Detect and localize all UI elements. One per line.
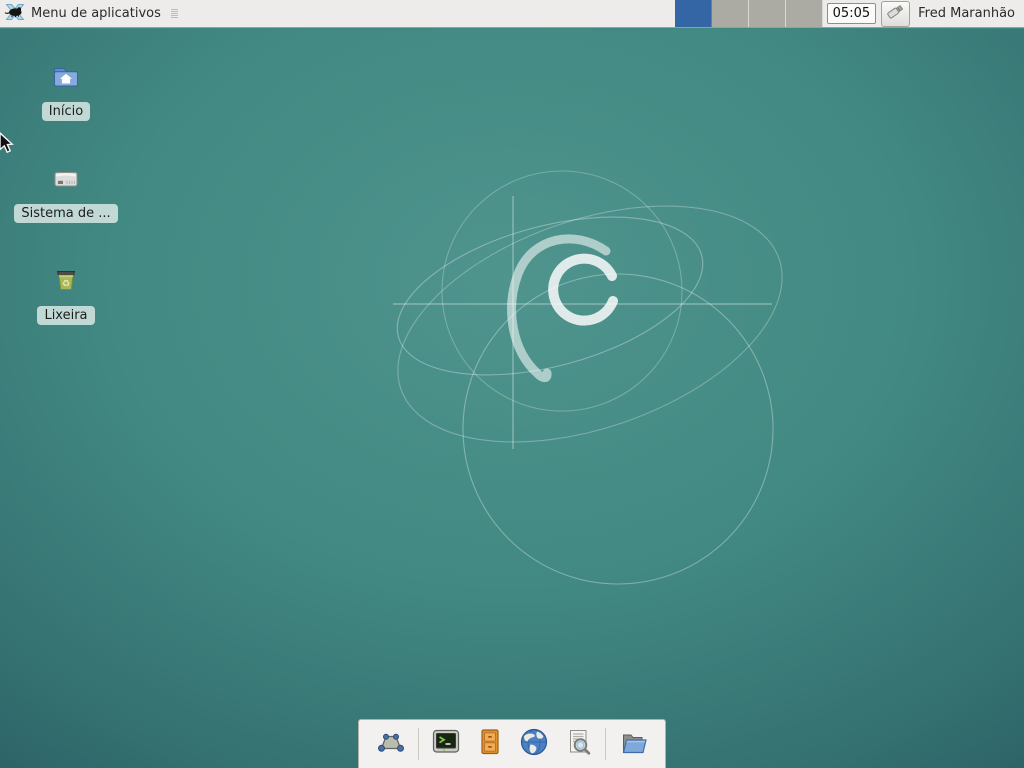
home-folder-icon [50,61,82,97]
workspace-4[interactable] [786,0,823,27]
mouse-cursor-icon [0,132,18,158]
show-desktop-button[interactable] [369,723,413,765]
desktop-icon-label: Lixeira [37,306,94,325]
terminal-launcher[interactable] [424,723,468,765]
debian-swirl-wallpaper [0,29,1024,768]
desktop-icon-home[interactable]: Início [8,61,124,121]
terminal-icon [430,726,462,762]
applications-menu-label: Menu de aplicativos [31,6,161,21]
desktop-icon-filesystem[interactable]: Sistema de ... [8,163,124,223]
applications-menu-button[interactable]: Menu de aplicativos [0,0,185,27]
dock-separator [418,728,419,760]
usb-drive-icon [886,2,905,25]
filesystem-drive-icon [50,163,82,199]
desktop-icon-trash[interactable]: ♻ Lixeira [8,265,124,325]
desktop-icon-label: Sistema de ... [14,204,117,223]
clock[interactable]: 05:05 [827,3,876,24]
user-name[interactable]: Fred Maranhão [918,6,1015,21]
panel-right-area: 05:05 Fred Maranhão [675,0,1024,27]
removable-media-button[interactable] [881,1,910,27]
document-search-icon [562,726,594,762]
globe-icon [518,726,550,762]
desktop-area[interactable]: Início Sistema de ... [0,29,1024,768]
open-folder-icon [617,726,649,762]
workspace-switcher [675,0,823,27]
web-browser-launcher[interactable] [512,723,556,765]
app-finder-launcher[interactable] [556,723,600,765]
desktop-icon-label: Início [42,102,90,121]
xfce-mouse-icon [4,1,26,27]
file-manager-launcher[interactable] [611,723,655,765]
dock-separator [605,728,606,760]
top-panel: Menu de aplicativos 05:05 [0,0,1024,28]
workspace-1[interactable] [675,0,712,27]
file-cabinet-icon [474,726,506,762]
file-cabinet-launcher[interactable] [468,723,512,765]
desktop-screen: Menu de aplicativos 05:05 [0,0,1024,768]
show-desktop-icon [375,726,407,762]
trash-icon: ♻ [50,265,82,301]
workspace-2[interactable] [712,0,749,27]
svg-text:♻: ♻ [62,279,71,290]
workspace-3[interactable] [749,0,786,27]
grip-icon [170,7,179,20]
launcher-dock [358,719,666,768]
